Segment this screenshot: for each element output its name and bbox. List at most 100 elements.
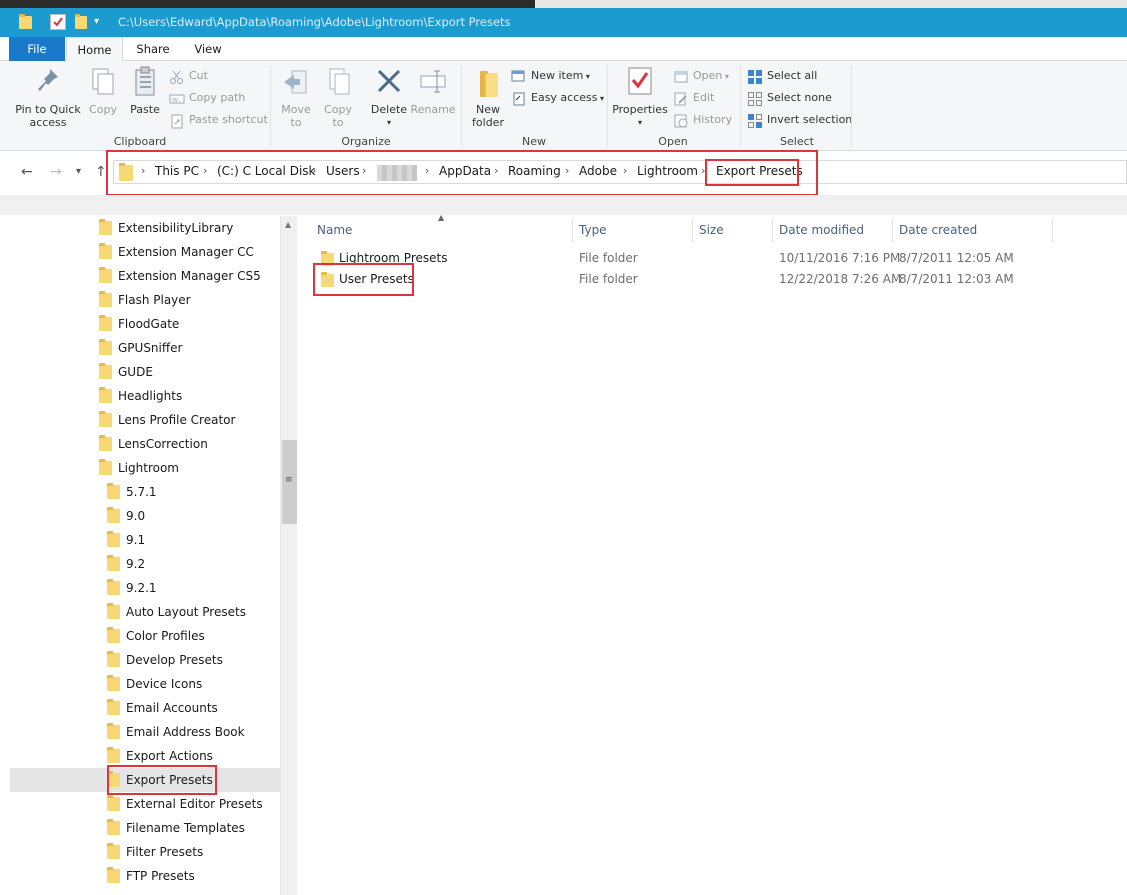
nav-item[interactable]: LensCorrection	[10, 432, 280, 456]
properties-label: Properties	[612, 103, 668, 116]
select-all-icon	[747, 69, 763, 85]
rename-button[interactable]: Rename	[410, 65, 456, 116]
forward-arrow-icon[interactable]: →	[50, 164, 62, 180]
nav-item[interactable]: GUDE	[10, 360, 280, 384]
file-date-modified: 10/11/2016 7:16 PM	[779, 251, 901, 265]
navigation-pane[interactable]: ExtensibilityLibrary Extension Manager C…	[10, 216, 280, 895]
properties-checkmark-icon	[624, 65, 656, 99]
select-all-label: Select all	[767, 69, 818, 82]
properties-dropdown-icon[interactable]: ▾	[612, 116, 668, 129]
organize-group-label: Organize	[341, 135, 391, 148]
nav-item[interactable]: Extension Manager CC	[10, 240, 280, 264]
copy-path-icon: W-	[169, 91, 185, 107]
nav-item[interactable]: Email Address Book	[10, 720, 280, 744]
tab-home[interactable]: Home	[66, 37, 123, 62]
copy-button[interactable]: Copy	[86, 65, 120, 116]
select-none-label: Select none	[767, 91, 832, 104]
nav-item[interactable]: Device Icons	[10, 672, 280, 696]
column-header-date-created[interactable]: Date created	[893, 218, 1053, 242]
file-row[interactable]: Lightroom Presets File folder 10/11/2016…	[311, 248, 1071, 269]
tab-file[interactable]: File	[9, 37, 65, 61]
select-all-button[interactable]: Select all	[747, 67, 817, 87]
column-header-size[interactable]: Size	[693, 218, 773, 242]
rename-label: Rename	[410, 103, 456, 116]
file-type: File folder	[579, 272, 638, 286]
copy-path-button[interactable]: W- Copy path	[169, 89, 245, 109]
paste-shortcut-button[interactable]: Paste shortcut	[169, 111, 268, 131]
nav-item[interactable]: FTP Presets	[10, 864, 280, 888]
nav-item[interactable]: Filter Presets	[10, 840, 280, 864]
tab-view[interactable]: View	[183, 37, 233, 61]
nav-item[interactable]: Flash Player	[10, 288, 280, 312]
nav-item[interactable]: ExtensibilityLibrary	[10, 216, 280, 240]
select-group-label: Select	[780, 135, 814, 148]
group-separator	[607, 65, 608, 147]
move-to-button[interactable]: Move to	[278, 65, 314, 129]
pin-to-quick-access-button[interactable]: Pin to Quick access	[14, 65, 82, 129]
highlight-export-presets-crumb	[705, 159, 799, 186]
new-folder-button[interactable]: New folder	[468, 65, 508, 129]
window-title-path: C:\Users\Edward\AppData\Roaming\Adobe\Li…	[118, 15, 511, 29]
column-header-name[interactable]: Name	[311, 218, 573, 242]
open-button[interactable]: Open ▾	[673, 67, 729, 87]
delete-button[interactable]: Delete ▾	[369, 65, 409, 129]
recent-locations-chevron-icon[interactable]: ▾	[76, 166, 81, 177]
column-header-date-modified[interactable]: Date modified	[773, 218, 893, 242]
nav-item-lightroom[interactable]: Lightroom	[10, 456, 280, 480]
select-none-button[interactable]: Select none	[747, 89, 832, 109]
new-folder-icon[interactable]	[74, 14, 90, 30]
new-item-button[interactable]: New item ▾	[511, 67, 590, 87]
easy-access-button[interactable]: Easy access ▾	[511, 89, 604, 109]
file-date-modified: 12/22/2018 7:26 AM	[779, 272, 902, 286]
group-separator	[740, 65, 741, 147]
edit-label: Edit	[693, 91, 715, 104]
copy-to-button[interactable]: Copy to	[320, 65, 356, 129]
tab-share[interactable]: Share	[126, 37, 180, 61]
delete-dropdown-icon[interactable]: ▾	[369, 116, 409, 129]
address-row: ← → ▾ ↑ › This PC › (C:) C Local Disk › …	[0, 150, 1127, 196]
nav-item[interactable]: Filename Templates	[10, 816, 280, 840]
open-icon	[673, 69, 689, 85]
nav-item[interactable]: Lens Profile Creator	[10, 408, 280, 432]
nav-item[interactable]: GPUSniffer	[10, 336, 280, 360]
paste-button[interactable]: Paste	[126, 65, 164, 116]
nav-item[interactable]: 9.1	[10, 528, 280, 552]
nav-item[interactable]: Extension Manager CS5	[10, 264, 280, 288]
nav-item[interactable]: 5.7.1	[10, 480, 280, 504]
nav-item[interactable]: FloodGate	[10, 312, 280, 336]
scroll-up-arrow-icon[interactable]: ▲	[285, 220, 291, 229]
history-button[interactable]: History	[673, 111, 732, 131]
new-folder-icon	[472, 65, 504, 99]
invert-selection-button[interactable]: Invert selection	[747, 111, 852, 131]
highlight-nav-export-presets	[107, 765, 217, 795]
nav-item[interactable]: 9.2.1	[10, 576, 280, 600]
nav-scrollbar[interactable]: ▲ ≡	[280, 216, 297, 895]
copy-path-label: Copy path	[189, 91, 246, 104]
invert-selection-label: Invert selection	[767, 113, 853, 126]
nav-item[interactable]: Develop Presets	[10, 648, 280, 672]
paste-shortcut-label: Paste shortcut	[189, 113, 268, 126]
group-separator	[461, 65, 462, 147]
nav-item[interactable]: External Editor Presets	[10, 792, 280, 816]
nav-item[interactable]: Email Accounts	[10, 696, 280, 720]
move-to-label-2: to	[290, 116, 302, 129]
nav-item[interactable]: 9.2	[10, 552, 280, 576]
cut-button[interactable]: Cut	[169, 67, 208, 87]
properties-icon[interactable]	[50, 14, 66, 30]
column-header-type[interactable]: Type	[573, 218, 693, 242]
paste-label: Paste	[130, 103, 160, 116]
back-arrow-icon[interactable]: ←	[21, 164, 33, 180]
move-to-label-1: Move	[281, 103, 311, 116]
up-arrow-icon[interactable]: ↑	[95, 164, 107, 180]
nav-item[interactable]: 9.0	[10, 504, 280, 528]
scissors-icon	[169, 69, 185, 85]
nav-item[interactable]: Color Profiles	[10, 624, 280, 648]
nav-item[interactable]: Auto Layout Presets	[10, 600, 280, 624]
properties-button[interactable]: Properties ▾	[612, 65, 668, 129]
edit-button[interactable]: Edit	[673, 89, 714, 109]
file-row[interactable]: User Presets File folder 12/22/2018 7:26…	[311, 269, 1071, 290]
file-list[interactable]: ▲ Name Type Size Date modified Date crea…	[300, 213, 1127, 895]
customize-quick-access-icon[interactable]: ▾	[94, 14, 110, 30]
nav-item[interactable]: Headlights	[10, 384, 280, 408]
history-label: History	[693, 113, 733, 126]
